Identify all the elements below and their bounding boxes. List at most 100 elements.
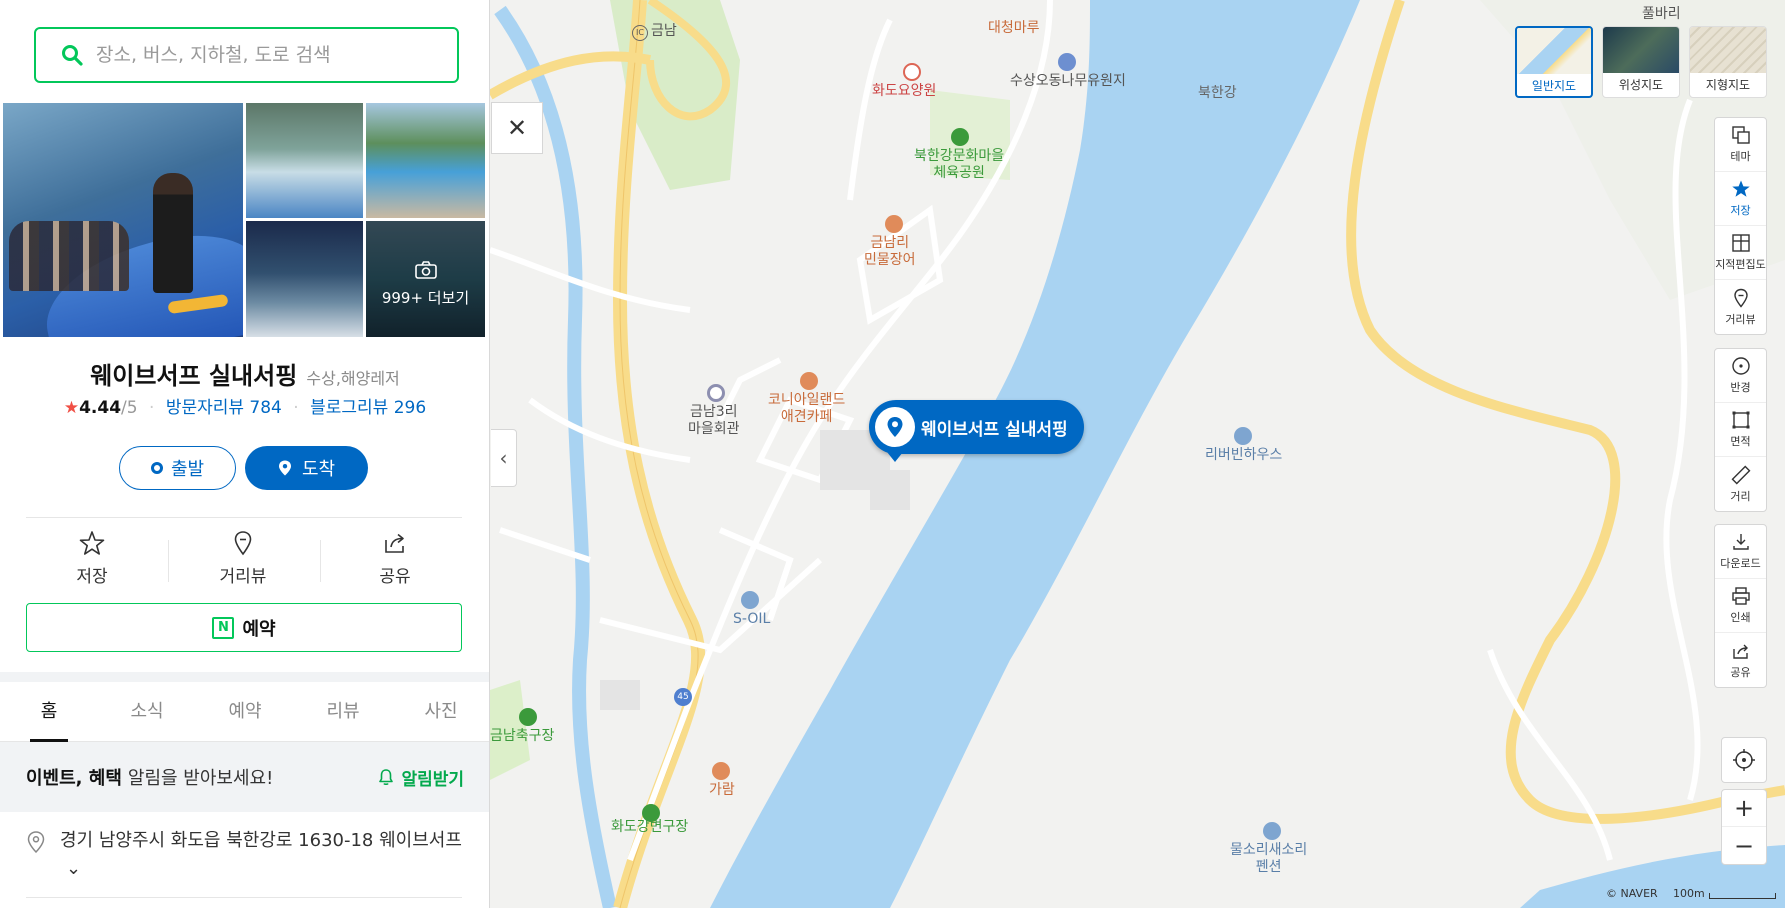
label-daecheong[interactable]: 대청마루 xyxy=(988,20,1040,37)
label-susang[interactable]: 수상오동나무유원지 xyxy=(1010,73,1126,90)
normal-map-thumb xyxy=(1517,28,1591,74)
my-location-button[interactable] xyxy=(1721,737,1767,783)
park-poi-icon[interactable] xyxy=(1058,53,1076,71)
pension-icon[interactable] xyxy=(1263,822,1281,840)
label-riverbean-house[interactable]: 리버빈하우스 xyxy=(1205,447,1282,464)
cadastral-icon xyxy=(1731,234,1750,252)
place-title: 웨이브서프 실내서핑 수상,해양레저 xyxy=(0,356,489,391)
start-label: 출발 xyxy=(170,459,205,480)
bell-icon xyxy=(379,769,394,786)
place-panel: 999+ 더보기 웨이브서프 실내서핑 수상,해양레저 ★4.44/5 · 방문… xyxy=(0,0,490,908)
photo-2[interactable] xyxy=(246,103,363,218)
location-pin-icon xyxy=(27,831,45,853)
streetview-action[interactable]: 거리뷰 xyxy=(193,530,293,587)
reserve-button[interactable]: N 예약 xyxy=(26,603,462,652)
alarm-button[interactable]: 알림받기 xyxy=(377,765,464,790)
start-button[interactable]: 출발 xyxy=(119,446,236,490)
scale-bar xyxy=(1709,893,1776,899)
photo-main[interactable] xyxy=(3,103,243,337)
photo-gallery: 999+ 더보기 xyxy=(3,103,485,337)
tab-reserve[interactable]: 예약 xyxy=(196,682,294,741)
photo-3[interactable] xyxy=(366,103,485,218)
label-pulbari[interactable]: 풀바리 xyxy=(1642,6,1681,23)
tab-photo[interactable]: 사진 xyxy=(392,682,489,741)
radius-button[interactable]: 반경 xyxy=(1715,349,1766,403)
lodging-icon[interactable] xyxy=(1234,427,1252,445)
visitor-review-link[interactable]: 방문자리뷰 784 xyxy=(166,398,282,418)
area-button[interactable]: 면적 xyxy=(1715,403,1766,457)
cadastral-button[interactable]: 지적편집도 xyxy=(1715,226,1766,280)
theme-button[interactable]: 테마 xyxy=(1715,118,1766,172)
photo-more[interactable]: 999+ 더보기 xyxy=(366,221,485,337)
label-village-hall[interactable]: 금남3리 마을회관 xyxy=(688,404,740,438)
streetview-label: 거리뷰 xyxy=(219,567,267,587)
tool-group-2: 반경 면적 거리 xyxy=(1714,348,1767,512)
label-hwado-field[interactable]: 화도강변구장 xyxy=(611,819,688,836)
chevron-left-icon: ‹ xyxy=(499,446,508,470)
gas-station-icon[interactable] xyxy=(741,591,759,609)
label-culture-park[interactable]: 북한강문화마을 체육공원 xyxy=(914,148,1004,182)
download-icon xyxy=(1732,534,1749,550)
zoom-in-button[interactable]: + xyxy=(1722,790,1766,828)
sports-icon[interactable] xyxy=(519,708,537,726)
collapse-panel-button[interactable]: ‹ xyxy=(491,429,517,487)
address-row[interactable]: 경기 남양주시 화도읍 북한강로 1630-18 웨이브서프 ⌄ xyxy=(26,827,466,883)
share-action[interactable]: 공유 xyxy=(345,530,445,587)
notice-bold: 이벤트, 혜택 xyxy=(26,768,122,789)
theme-icon xyxy=(1731,126,1750,144)
label-geumnam-ic[interactable]: IC 금남 xyxy=(632,23,677,41)
park-icon[interactable] xyxy=(951,128,969,146)
label-eel-restaurant[interactable]: 금남리 민물장어 xyxy=(864,235,916,269)
marker-pin-icon xyxy=(887,417,903,437)
map-canvas[interactable]: IC 금남 대청마루 화도요양원 수상오동나무유원지 북한강 북한강문화마을 체육… xyxy=(490,0,1785,908)
tab-home[interactable]: 홈 xyxy=(0,682,98,742)
map-type-normal[interactable]: 일반지도 xyxy=(1515,26,1593,98)
hall-icon[interactable] xyxy=(707,384,725,402)
plus-icon: + xyxy=(1733,794,1755,822)
streetview-map-icon xyxy=(1733,288,1748,308)
zoom-out-button[interactable]: − xyxy=(1722,827,1766,864)
tab-review[interactable]: 리뷰 xyxy=(294,682,392,741)
cafe-icon[interactable] xyxy=(800,372,818,390)
route-45-badge: 45 xyxy=(674,688,692,706)
map-type-terrain[interactable]: 지형지도 xyxy=(1689,26,1767,98)
chevron-down-icon[interactable]: ⌄ xyxy=(66,855,81,883)
cafe-icon-2[interactable] xyxy=(712,762,730,780)
restaurant-icon[interactable] xyxy=(885,215,903,233)
label-soil[interactable]: S-OIL xyxy=(733,611,770,628)
print-button[interactable]: 인쇄 xyxy=(1715,579,1766,633)
download-button[interactable]: 다운로드 xyxy=(1715,525,1766,579)
distance-button[interactable]: 거리 xyxy=(1715,457,1766,511)
tab-news[interactable]: 소식 xyxy=(98,682,196,741)
close-panel-button[interactable]: ✕ xyxy=(491,102,543,154)
terrain-map-thumb xyxy=(1690,27,1766,73)
visitor-review-count: 784 xyxy=(249,398,282,418)
blog-review-link[interactable]: 블로그리뷰 296 xyxy=(310,398,426,418)
save-map-button[interactable]: 저장 xyxy=(1715,172,1766,226)
share-map-icon xyxy=(1732,644,1748,659)
blog-review-count: 296 xyxy=(393,398,427,418)
minus-icon: − xyxy=(1733,831,1755,860)
photo-4[interactable] xyxy=(246,221,363,337)
map-type-satellite[interactable]: 위성지도 xyxy=(1602,26,1680,98)
zoom-control: + − xyxy=(1721,789,1767,865)
label-pension[interactable]: 물소리새소리 펜션 xyxy=(1230,842,1307,876)
place-marker[interactable]: 웨이브서프 실내서핑 xyxy=(869,400,1084,462)
save-label: 저장 xyxy=(76,567,108,587)
save-action[interactable]: 저장 xyxy=(42,530,142,587)
label-hwado-hospital[interactable]: 화도요양원 xyxy=(872,83,936,100)
search-box[interactable] xyxy=(34,27,459,83)
search-icon xyxy=(62,45,83,66)
satellite-map-thumb xyxy=(1603,27,1679,73)
share-map-button[interactable]: 공유 xyxy=(1715,633,1766,687)
arrive-label: 도착 xyxy=(301,459,336,480)
label-geumnam-field[interactable]: 금남축구장 xyxy=(490,728,554,745)
label-garam[interactable]: 가람 xyxy=(709,782,735,799)
label-bukhangang: 북한강 xyxy=(1198,85,1237,101)
arrive-button[interactable]: 도착 xyxy=(245,446,368,490)
hospital-icon[interactable] xyxy=(903,63,921,81)
alarm-label: 알림받기 xyxy=(401,769,464,790)
streetview-map-button[interactable]: 거리뷰 xyxy=(1715,280,1766,334)
search-input[interactable] xyxy=(96,44,436,66)
label-dog-cafe[interactable]: 코니아일랜드 애견카페 xyxy=(768,392,845,426)
